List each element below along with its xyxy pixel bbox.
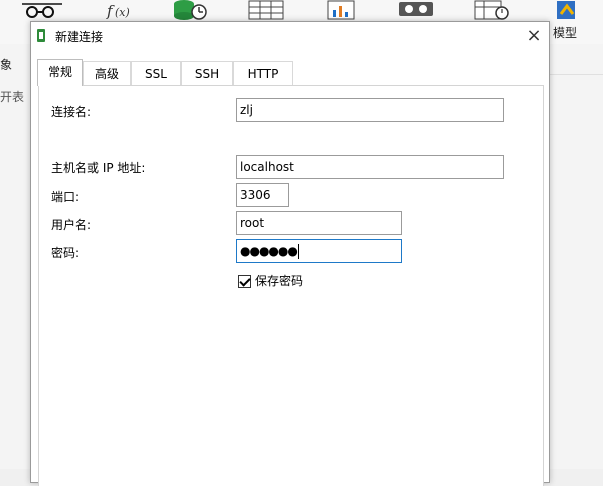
tab-ssl[interactable]: SSL xyxy=(131,61,181,85)
new-connection-dialog: 新建连接 × 常规 高级 SSL SSH HTTP 连接名: zlj 主机名或 … xyxy=(30,21,550,486)
right-panel-separator xyxy=(549,74,603,75)
svg-text:f: f xyxy=(106,2,115,20)
right-panel xyxy=(549,44,603,469)
tab-advanced[interactable]: 高级 xyxy=(83,61,131,85)
glasses-icon[interactable] xyxy=(22,0,62,20)
chart-icon[interactable] xyxy=(327,0,355,20)
connection-name-input[interactable]: zlj xyxy=(236,98,504,122)
left-text-open-table[interactable]: 开表 xyxy=(0,88,24,105)
port-label: 端口: xyxy=(51,190,80,204)
password-label: 密码: xyxy=(51,246,80,260)
close-icon[interactable]: × xyxy=(519,22,549,50)
function-icon[interactable]: f (x) xyxy=(105,0,135,20)
connection-name-label: 连接名: xyxy=(51,105,92,119)
host-label: 主机名或 IP 地址: xyxy=(51,161,146,175)
model-label[interactable]: 模型 xyxy=(553,24,577,41)
dialog-titlebar[interactable]: 新建连接 × xyxy=(31,22,549,50)
backup-icon[interactable] xyxy=(397,0,435,20)
database-clock-icon[interactable] xyxy=(172,0,210,20)
left-text-object: 象 xyxy=(0,58,13,72)
table-icon[interactable] xyxy=(248,0,284,20)
save-password-label[interactable]: 保存密码 xyxy=(255,272,303,289)
username-label: 用户名: xyxy=(51,218,92,232)
left-panel: 象 开表 xyxy=(0,44,30,469)
tab-http[interactable]: HTTP xyxy=(233,61,293,85)
text-caret xyxy=(297,244,299,259)
model-icon[interactable] xyxy=(553,0,585,20)
port-input[interactable]: 3306 xyxy=(236,183,289,207)
host-input[interactable]: localhost xyxy=(236,155,504,179)
password-mask: ●●●●●● xyxy=(240,244,298,258)
connection-icon xyxy=(37,29,45,42)
password-input[interactable]: ●●●●●● xyxy=(236,239,402,263)
dialog-title: 新建连接 xyxy=(55,30,104,44)
save-password-checkbox[interactable] xyxy=(238,275,251,288)
tab-general[interactable]: 常规 xyxy=(37,59,83,86)
general-tab-panel: 连接名: zlj 主机名或 IP 地址: localhost 端口: 3306 … xyxy=(38,85,544,486)
username-input[interactable]: root xyxy=(236,211,402,235)
tab-ssh[interactable]: SSH xyxy=(181,61,233,85)
schedule-icon[interactable] xyxy=(474,0,512,20)
svg-text:(x): (x) xyxy=(115,6,130,19)
